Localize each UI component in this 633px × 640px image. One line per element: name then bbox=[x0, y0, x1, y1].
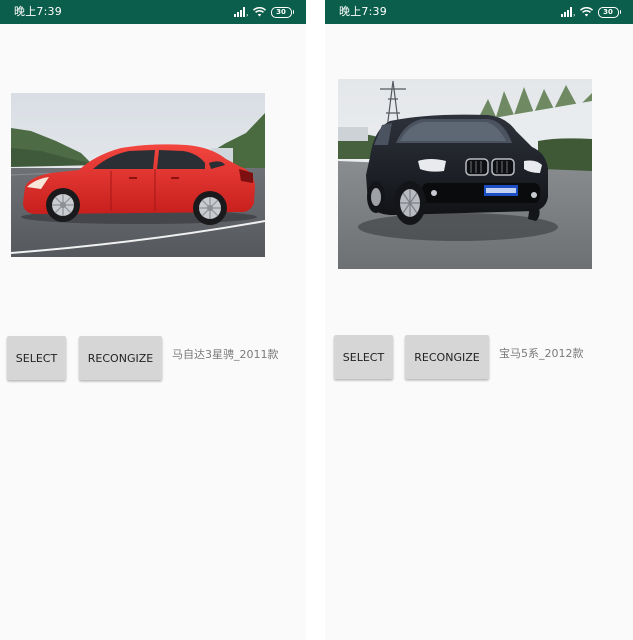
recognition-result: 宝马5系_2012款 bbox=[499, 347, 584, 360]
svg-text:x: x bbox=[573, 13, 575, 18]
car-photo bbox=[11, 93, 265, 257]
battery-level: 30 bbox=[270, 6, 292, 18]
wifi-icon bbox=[579, 7, 593, 17]
select-button[interactable]: SELECT bbox=[7, 336, 66, 380]
recognition-result: 马自达3星骋_2011款 bbox=[172, 348, 279, 361]
battery-icon: 30 bbox=[597, 6, 621, 18]
wifi-icon bbox=[252, 7, 266, 17]
status-time: 晚上7:39 bbox=[14, 5, 62, 18]
battery-level: 30 bbox=[597, 6, 619, 18]
phone-screen-right: 晚上7:39 x 30 SELECT RECONGIZE 宝马5系_2012款 bbox=[325, 0, 633, 640]
status-bar: 晚上7:39 x 30 bbox=[0, 0, 306, 24]
recognize-button[interactable]: RECONGIZE bbox=[79, 336, 162, 380]
svg-text:x: x bbox=[246, 13, 248, 18]
phone-screen-left: 晚上7:39 x 30 SELECT RECONGIZE 马自达3星骋_2011… bbox=[0, 0, 306, 640]
select-button[interactable]: SELECT bbox=[334, 335, 393, 379]
status-icons: x 30 bbox=[233, 5, 294, 19]
status-time: 晚上7:39 bbox=[339, 5, 387, 18]
status-icons: x 30 bbox=[560, 5, 621, 19]
car-photo bbox=[338, 79, 592, 269]
signal-icon: x bbox=[233, 7, 248, 18]
recognize-button[interactable]: RECONGIZE bbox=[405, 335, 489, 379]
status-bar: 晚上7:39 x 30 bbox=[325, 0, 633, 24]
signal-icon: x bbox=[560, 7, 575, 18]
battery-icon: 30 bbox=[270, 6, 294, 18]
